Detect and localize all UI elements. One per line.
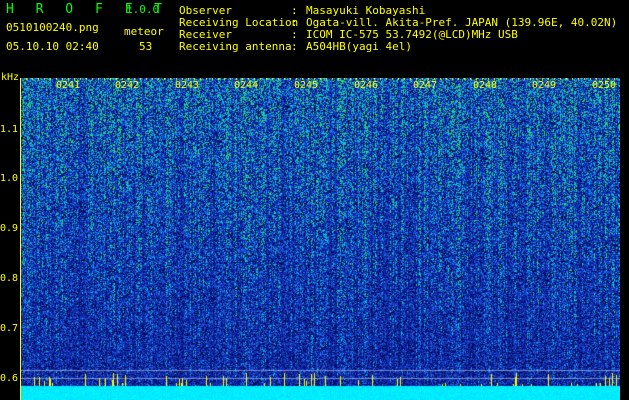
- y-tick-label: 0.6: [0, 373, 19, 384]
- receiver-label: Receiver: [179, 28, 232, 41]
- y-tick-label: 0.9: [0, 223, 19, 234]
- spectrogram-canvas: [20, 78, 620, 400]
- y-tick-label: 1.1: [0, 124, 19, 135]
- frequency-axis-line: [20, 78, 21, 400]
- file-name: 0510100240.png: [6, 21, 99, 34]
- meteor-count: 53: [139, 40, 153, 53]
- time-tick-label: 0243: [175, 80, 200, 91]
- meteor-label: meteor: [124, 25, 164, 38]
- time-tick-label: 0242: [115, 80, 140, 91]
- time-tick-label: 0248: [473, 80, 498, 91]
- y-tick-label: 1.0: [0, 173, 19, 184]
- capture-datetime: 05.10.10 02:40: [6, 40, 99, 53]
- observer-value: Masayuki Kobayashi: [306, 4, 426, 17]
- receiver-colon: :: [291, 28, 298, 41]
- time-tick-label: 0245: [294, 80, 319, 91]
- y-tick-label: 0.7: [0, 323, 19, 334]
- location-colon: :: [291, 16, 298, 29]
- time-tick-label: 0247: [413, 80, 438, 91]
- antenna-label: Receiving antenna: [179, 40, 292, 53]
- time-tick-label: 0241: [56, 80, 81, 91]
- observer-colon: :: [291, 4, 298, 17]
- location-label: Receiving Location: [179, 16, 299, 29]
- time-tick-label: 0246: [354, 80, 379, 91]
- time-tick-label: 0249: [532, 80, 557, 91]
- location-value: Ogata-vill. Akita-Pref. JAPAN (139.96E, …: [306, 16, 618, 29]
- y-tick-label: 0.8: [0, 273, 19, 284]
- frequency-unit-label: kHz: [1, 72, 20, 83]
- observer-label: Observer: [179, 4, 232, 17]
- time-tick-label: 0244: [234, 80, 259, 91]
- antenna-colon: :: [291, 40, 298, 53]
- receiver-value: ICOM IC-575 53.7492(@LCD)MHz USB: [306, 28, 518, 41]
- time-tick-label: 0250: [592, 80, 617, 91]
- hroft-spectrogram-window: H R O F F T 1.0.0 0510100240.png 05.10.1…: [0, 0, 629, 400]
- app-version: 1.0.0: [126, 3, 160, 16]
- antenna-value: A504HB(yagi 4el): [306, 40, 412, 53]
